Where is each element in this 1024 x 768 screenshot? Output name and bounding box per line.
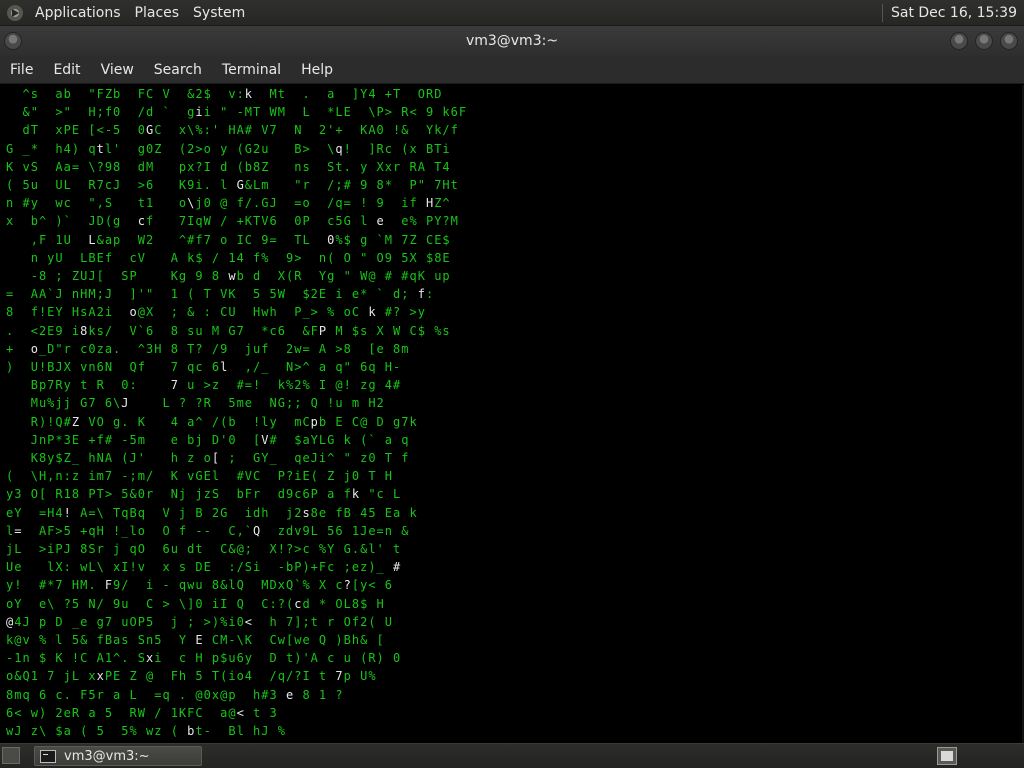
menu-view[interactable]: View [91, 62, 144, 78]
window-titlebar[interactable]: vm3@vm3:~ [0, 26, 1024, 56]
matrix-row: y! #*7 HM. F9/ i - qwu 8&lQ MDxQ`% X c?[… [6, 578, 394, 593]
applications-menu[interactable]: Applications [33, 5, 123, 21]
matrix-row: 8 f!EY HsA2i o@X ; & : CU Hwh P_> % oC k… [6, 305, 426, 320]
matrix-row: G _* h4) qtl' g0Z (2>o y (G2u B> \q! ]Rc… [6, 141, 451, 156]
matrix-row: x b^ )` JD(g cf 7IqW / +KTV6 0P c5G l e … [6, 214, 459, 229]
show-desktop-icon[interactable] [2, 747, 20, 764]
matrix-row: -8 ; ZUJ[ SP Kg 9 8 wb d X(R Yg " W@ # #… [30, 269, 451, 283]
matrix-rain: ^s ab "FZb FC V &2$ v:k Mt . a ]Y4 +T OR… [0, 85, 1024, 743]
terminal-icon [40, 749, 56, 763]
terminal-output[interactable]: ^s ab "FZb FC V &2$ v:k Mt . a ]Y4 +T OR… [0, 85, 1024, 743]
matrix-row: ,F 1U L&ap W2 ^#f7 o IC 9= TL 0%$ g `M 7… [30, 232, 451, 247]
matrix-row: Mu%jj G7 6\J L ? ?R 5me NG;; Q !u m H2 [30, 396, 385, 411]
window-menu-icon[interactable] [4, 32, 22, 50]
taskbar-terminal-button[interactable]: vm3@vm3:~ [34, 746, 202, 766]
matrix-row: . <2E9 i8ks/ V`6 8 su M G7 *c6 &FP M $s … [6, 323, 451, 338]
window-title: vm3@vm3:~ [465, 33, 559, 49]
matrix-row: ) U!BJX vn6N Qf 7 qc 6l ,/_ N>^ a q" 6q … [6, 360, 402, 374]
places-menu[interactable]: Places [133, 5, 182, 21]
matrix-row: jL >iPJ 8Sr j qO 6u dt C&@; X!?>c %Y G.&… [6, 542, 402, 556]
matrix-row: @4J p D _e g7 uOP5 j ; >)%i0< h 7];t r O… [6, 614, 394, 629]
workspace-switcher-icon[interactable] [937, 747, 957, 765]
panel-separator [881, 3, 883, 22]
matrix-row: n #y wc ",S t1 o\j0 @ f/.GJ =o /q= ! 9 i… [6, 196, 451, 211]
matrix-row: o&Q1 7 jL xxPE Z @ Fh 5 T(io4 /q/?I t 7p… [6, 669, 377, 684]
matrix-row: &" >" H;f0 /d ` gii " -MT WM L *LE \P> R… [22, 105, 468, 120]
menu-edit[interactable]: Edit [43, 62, 90, 78]
matrix-row: R)!Q#Z VO g. K 4 a^ /(b !ly mCpb E C@ D … [30, 414, 418, 429]
matrix-row: ^s ab "FZb FC V &2$ v:k Mt . a ]Y4 +T OR… [22, 87, 443, 101]
taskbar-terminal-label: vm3@vm3:~ [64, 748, 150, 764]
matrix-row: JnP*3E +f# -5m e bj D'0 [V# $aYLG k (` a… [30, 432, 410, 447]
menu-help[interactable]: Help [291, 62, 343, 78]
matrix-row: 6< w) 2eR a 5 RW / 1KFC a@< t 3 [6, 705, 278, 720]
matrix-row: oY e\ ?5 N/ 9u C > \]0 iI Q C:?(cd * OL8… [6, 596, 385, 611]
menu-file[interactable]: File [0, 62, 43, 78]
matrix-row: ( 5u UL R7cJ >6 K9i. l G&Lm "r /;# 9 8* … [6, 178, 459, 192]
maximize-icon[interactable] [975, 32, 993, 50]
matrix-row: K vS Aa= \?98 dM px?I d (b8Z ns St. y Xx… [6, 159, 451, 174]
gnome-foot-icon[interactable] [7, 4, 23, 21]
matrix-row: Bp7Ry t R 0: 7 u >z #=! k%2% I @! zg 4# [30, 378, 402, 393]
terminal-menubar: File Edit View Search Terminal Help [0, 56, 1024, 84]
matrix-row: l= AF>5 +qH !_lo O f -- C,`Q zdv9L 56 1J… [6, 523, 410, 538]
clock[interactable]: Sat Dec 16, 15:39 [891, 5, 1017, 21]
matrix-row: k@v % l 5& fBas Sn5 Y E CM-\K Cw[we Q )B… [6, 633, 385, 647]
matrix-row: Ue lX: wL\ xI!v x s DE :/Si -bP)+Fc ;ez)… [6, 560, 402, 575]
matrix-row: -1n $ K !C A1^. Sxi c H p$u6y D t)'A c u… [6, 651, 402, 666]
matrix-row: + o_D"r c0za. ^3H 8 T? /9 juf 2w= A >8 [… [6, 341, 410, 356]
matrix-row: dT xPE [<-5 0GC x\%:' HA# V7 N 2'+ KA0 !… [22, 123, 459, 138]
matrix-row: n yU LBEf cV A k$ / 14 f% 9> n( O " O9 5… [30, 250, 451, 265]
matrix-row: K8y$Z_ hNA (J' h z o[ ; GY_ qeJi^ " z0 T… [30, 451, 410, 465]
close-icon[interactable] [1000, 32, 1018, 50]
bottom-panel: vm3@vm3:~ [0, 743, 1024, 768]
matrix-row: = AA`J nHM;J ]'" 1 ( T VK 5 5W $2E i e* … [6, 287, 435, 302]
menu-terminal[interactable]: Terminal [212, 62, 291, 78]
matrix-row: ( \H,n:z im7 -;m/ K vGEl #VC P?iE( Z j0 … [6, 469, 394, 484]
matrix-row: y3 O[ R18 PT> 5&0r Nj jzS bFr d9c6P a fk… [6, 487, 402, 502]
minimize-icon[interactable] [950, 32, 968, 50]
top-panel: Applications Places System Sat Dec 16, 1… [0, 0, 1024, 26]
matrix-row: 8mq 6 c. F5r a L =q . @0x@p h#3 e 8 1 ? [6, 687, 344, 702]
matrix-row: wJ z\ $a ( 5 5% wz ( bt- Bl hJ % [6, 724, 286, 738]
matrix-row: eY =H4! A=\ TqBq V j B 2G idh j2s8e fB 4… [6, 505, 418, 520]
menu-search[interactable]: Search [144, 62, 212, 78]
system-menu[interactable]: System [191, 5, 247, 21]
